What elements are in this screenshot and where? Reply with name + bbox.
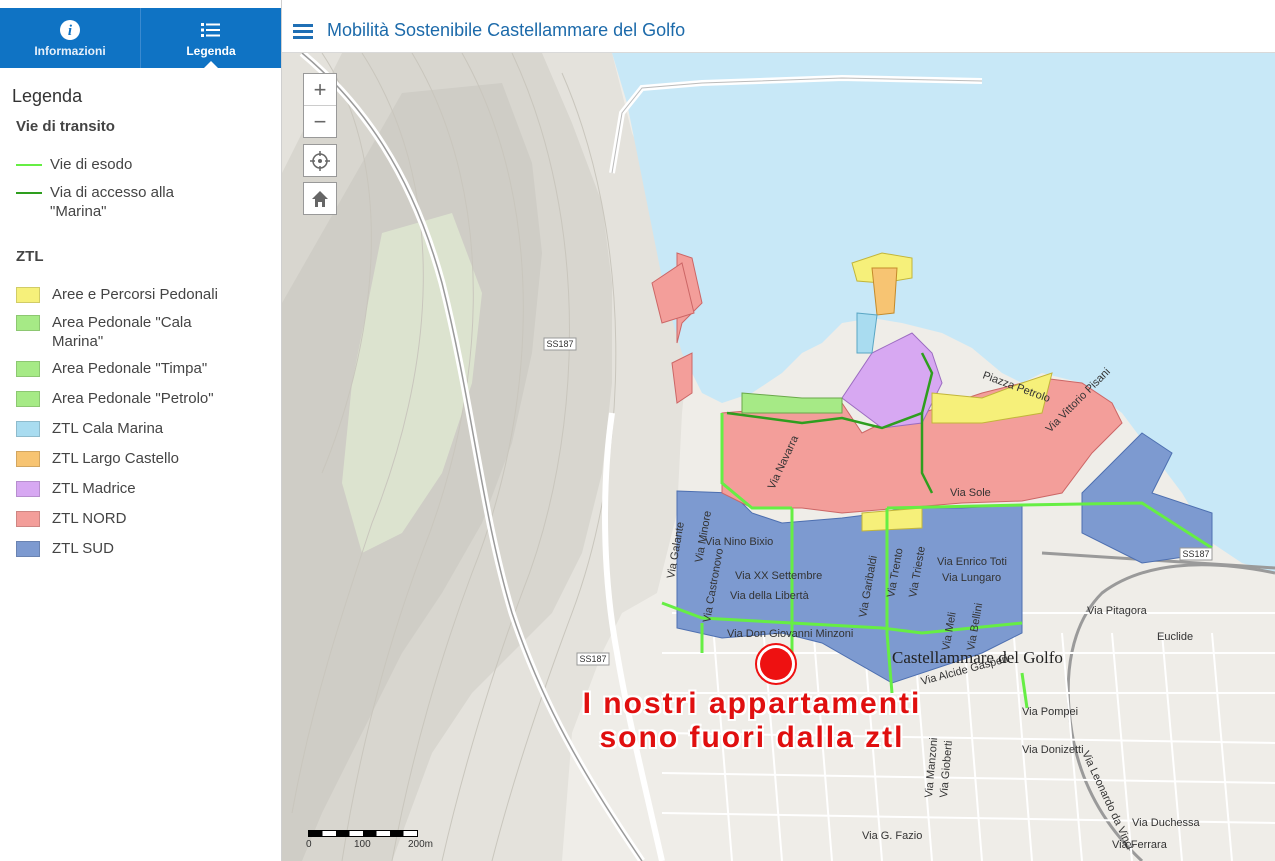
zoom-control: + − (303, 73, 337, 138)
street-label: Via Enrico Toti (937, 556, 1007, 568)
legend-section-ztl: ZTL (16, 248, 44, 265)
legend-item-ztl-cala-marina: ZTL Cala Marina (16, 419, 163, 438)
legend-swatch (16, 192, 42, 194)
legend-item-label: ZTL Madrice (52, 480, 136, 497)
legend-item-vie-esodo: Vie di esodo (16, 155, 132, 174)
street-label: Via G. Fazio (862, 830, 922, 842)
street-label: Via della Libertà (730, 590, 810, 602)
legend-item-ztl-sud: ZTL SUD (16, 539, 114, 558)
home-button[interactable] (303, 182, 337, 215)
legend-item-label: Aree e Percorsi Pedonali (52, 286, 218, 303)
legend-item-label: Via di accesso alla "Marina" (50, 184, 174, 220)
zoom-out-button[interactable]: − (304, 106, 336, 137)
annotation-line: sono fuori dalla ztl (599, 721, 905, 754)
street-label: Euclide (1157, 631, 1193, 643)
legend-sidebar: i Informazioni Legenda Legenda Vie di tr… (0, 0, 282, 861)
street-label: Via Nino Bixio (705, 536, 773, 548)
scale-bar-graphic (308, 830, 418, 837)
legend-item-label: Area Pedonale "Cala Marina" (52, 314, 192, 350)
legend-item-ztl-nord: ZTL NORD (16, 509, 126, 528)
crosshair-icon (310, 150, 330, 171)
street-label: Via Sole (950, 487, 991, 499)
legend-item-label: ZTL NORD (52, 510, 127, 527)
street-label: Via Pompei (1022, 706, 1078, 718)
legend-swatch (16, 421, 40, 437)
legend-item-petrolo: Area Pedonale "Petrolo" (16, 389, 214, 408)
legend-swatch (16, 511, 40, 527)
legend-swatch (16, 361, 40, 377)
map-view[interactable]: SS187 SS187 SS187 Via Nino Bixio Via XX … (282, 53, 1275, 861)
legend-item-aree-pedonali: Aree e Percorsi Pedonali (16, 285, 218, 304)
legend-item-ztl-madrice: ZTL Madrice (16, 479, 136, 498)
legend-item-ztl-largo-castello: ZTL Largo Castello (16, 449, 179, 468)
list-icon (201, 19, 221, 41)
tab-informazioni-label: Informazioni (34, 43, 106, 58)
legend-item-label: ZTL SUD (52, 540, 114, 557)
legend-item-cala-marina-pedonale: Area Pedonale "Cala Marina" (16, 313, 216, 351)
tab-legenda-label: Legenda (186, 43, 236, 58)
legend-item-label: ZTL Largo Castello (52, 450, 180, 467)
legend-item-label: Area Pedonale "Petrolo" (52, 390, 214, 407)
road-shield: SS187 (579, 654, 606, 664)
legend-item-label: Area Pedonale "Timpa" (52, 360, 208, 377)
street-label: Via Pitagora (1087, 605, 1148, 617)
legend-item-label: Vie di esodo (50, 156, 133, 173)
legend-swatch (16, 391, 40, 407)
tab-informazioni[interactable]: i Informazioni (0, 8, 141, 68)
road-shield: SS187 (1182, 549, 1209, 559)
annotation-text: I nostri appartamenti sono fuori dalla z… (552, 687, 952, 755)
legend-swatch (16, 315, 40, 331)
location-marker[interactable] (760, 648, 792, 680)
legend-swatch (16, 541, 40, 557)
zoom-in-button[interactable]: + (304, 74, 336, 106)
legend-item-label: ZTL Cala Marina (52, 420, 164, 437)
legend-swatch (16, 451, 40, 467)
road-shield: SS187 (546, 339, 573, 349)
town-label: Castellammare del Golfo (892, 648, 1063, 667)
legend-item-via-accesso: Via di accesso alla "Marina" (16, 183, 196, 221)
legend-swatch (16, 164, 42, 166)
street-label: Via XX Settembre (735, 570, 822, 582)
scale-label: 0 (306, 839, 312, 850)
street-label: Via Duchessa (1132, 817, 1201, 829)
legend-swatch (16, 287, 40, 303)
home-icon (312, 190, 328, 207)
app-header: Mobilità Sostenibile Castellammare del G… (282, 8, 1275, 53)
scale-label: 200m (408, 839, 434, 850)
hamburger-menu-icon[interactable] (293, 24, 313, 42)
tab-legenda[interactable]: Legenda (141, 8, 281, 69)
legend-item-timpa: Area Pedonale "Timpa" (16, 359, 207, 378)
app-title: Mobilità Sostenibile Castellammare del G… (327, 20, 686, 40)
legend-swatch (16, 481, 40, 497)
street-label: Via Lungaro (942, 572, 1001, 584)
street-label: Via Donizetti (1022, 744, 1084, 756)
street-label: Via Don Giovanni Minzoni (727, 628, 853, 640)
info-icon: i (59, 19, 81, 41)
sidebar-tabs: i Informazioni Legenda (0, 8, 281, 69)
annotation-line: I nostri appartamenti (582, 687, 922, 720)
scale-label: 100 (354, 839, 371, 850)
locate-button[interactable] (303, 144, 337, 177)
legend-section-transit: Vie di transito (16, 118, 115, 135)
legend-title: Legenda (12, 86, 83, 106)
